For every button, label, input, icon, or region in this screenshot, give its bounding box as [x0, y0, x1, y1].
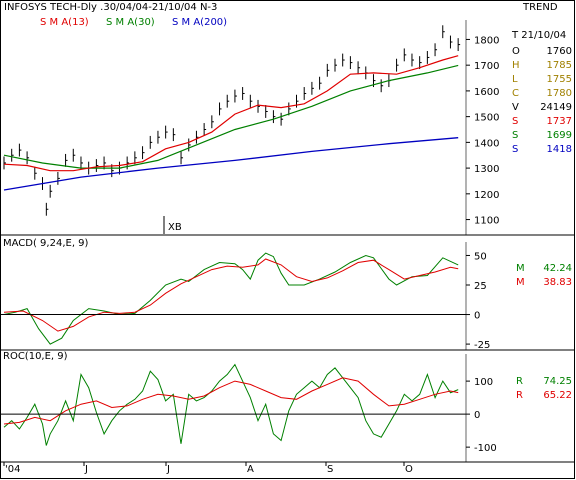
readout-value: 65.22	[543, 390, 572, 401]
readout-key: M	[516, 277, 525, 288]
info-row-value: 1785	[546, 60, 572, 71]
roc-line	[3, 363, 459, 446]
sma13-line	[3, 55, 459, 172]
info-row-key: C	[512, 88, 519, 99]
info-row-value: 1699	[546, 130, 572, 141]
x-tick-label: J	[166, 464, 170, 475]
readout-row: M 42.24	[516, 263, 574, 277]
price-tick-label: 1800	[474, 35, 499, 46]
readout-row: R 74.25	[516, 376, 574, 390]
info-row-value: 24149	[540, 102, 572, 113]
macd-tick-label: 25	[474, 281, 487, 292]
readout-key: M	[516, 263, 525, 274]
info-row-key: H	[512, 60, 520, 71]
info-row-key: S	[512, 144, 519, 155]
x-tick-label: '04	[5, 464, 20, 475]
roc-label: ROC(10,E, 9)	[3, 351, 68, 362]
info-panel: T 21/10/04 O 1760 H 1785 L 1755 C 1780 V 24149 S 17…	[512, 30, 574, 158]
x-tick-label: A	[247, 464, 254, 475]
price-tick-label: 1600	[474, 87, 499, 98]
macd-tick-label: -25	[474, 340, 490, 351]
roc-tick-label: 100	[474, 377, 493, 388]
price-tick-label: 1100	[474, 216, 499, 227]
price-tick-label: 1300	[474, 164, 499, 175]
readout-key: R	[516, 376, 523, 387]
macd-label: MACD( 9,24,E, 9)	[3, 238, 89, 249]
roc-readouts: R 74.25 R 65.22	[516, 376, 574, 404]
price-tick-label: 1200	[474, 190, 499, 201]
info-row-key: S	[512, 130, 519, 141]
sma200-line	[3, 137, 459, 191]
info-row-key: V	[512, 102, 519, 113]
price-tick-label: 1500	[474, 113, 499, 124]
info-row-key: O	[512, 46, 520, 57]
info-row-key: L	[512, 74, 518, 85]
info-row: S 1737	[512, 116, 574, 130]
macd-readouts: M 42.24 M 38.83	[516, 263, 574, 291]
info-row: V 24149	[512, 102, 574, 116]
x-tick-label: S	[327, 464, 333, 475]
macd-tick-label: 0	[474, 311, 480, 322]
macd-tick-label: 50	[474, 251, 487, 262]
x-tick-label: J	[84, 464, 88, 475]
roc-tick-label: -100	[474, 443, 497, 454]
info-row: L 1755	[512, 74, 574, 88]
info-date: T 21/10/04	[512, 30, 567, 41]
info-row: S 1699	[512, 130, 574, 144]
roc-tick-label: 0	[474, 410, 480, 421]
info-row-value: 1418	[546, 144, 572, 155]
info-row: O 1760	[512, 46, 574, 60]
x-tick-label: O	[405, 464, 413, 475]
price-tick-label: 1400	[474, 138, 499, 149]
readout-key: R	[516, 390, 523, 401]
readout-row: M 38.83	[516, 277, 574, 291]
info-row: C 1780	[512, 88, 574, 102]
info-row-value: 1737	[546, 116, 572, 127]
info-row-value: 1755	[546, 74, 572, 85]
macd-signal-line	[3, 258, 459, 332]
info-row-key: S	[512, 116, 519, 127]
info-row-value: 1760	[546, 46, 572, 57]
readout-row: R 65.22	[516, 390, 574, 404]
readout-value: 38.83	[543, 277, 572, 288]
readout-value: 42.24	[543, 263, 572, 274]
xb-annotation: XB	[168, 222, 182, 233]
info-row: S 1418	[512, 144, 574, 158]
info-row-value: 1780	[546, 88, 572, 99]
readout-value: 74.25	[543, 376, 572, 387]
price-tick-label: 1700	[474, 61, 499, 72]
info-row: H 1785	[512, 60, 574, 74]
